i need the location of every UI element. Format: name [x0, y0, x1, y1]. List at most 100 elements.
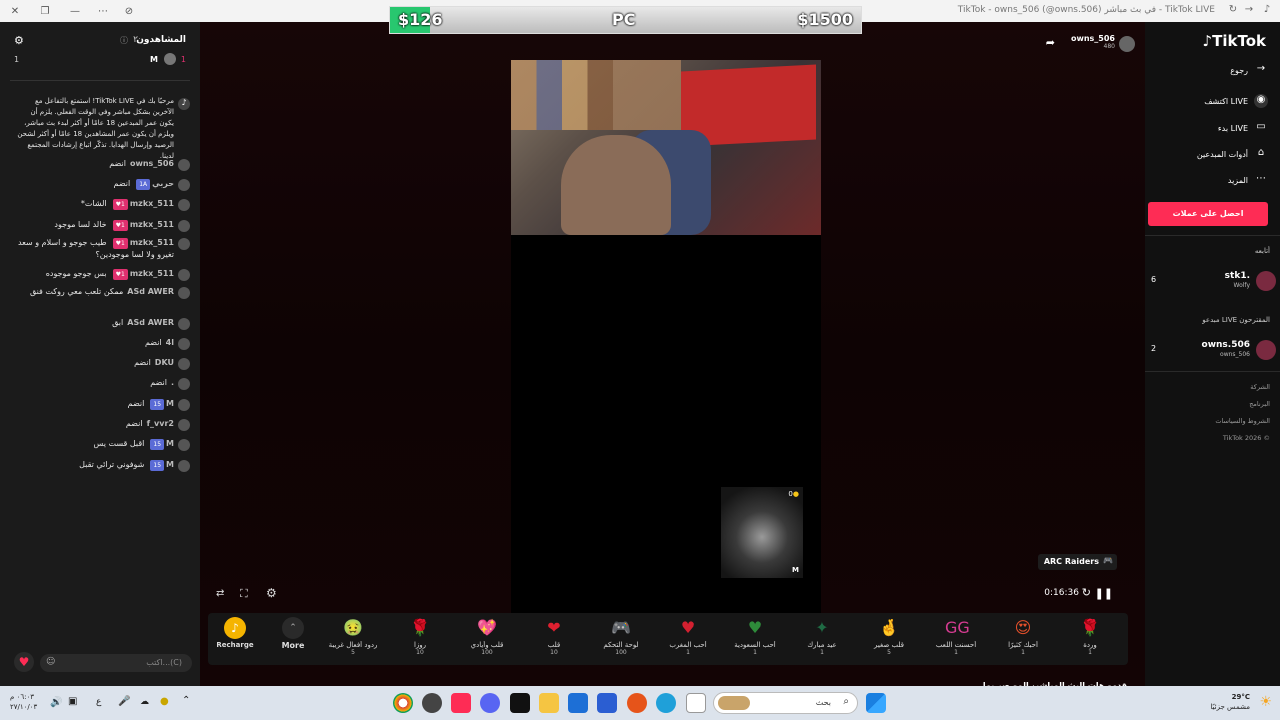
- minimize-icon[interactable]: —: [60, 0, 90, 22]
- chat-avatar[interactable]: [178, 179, 190, 191]
- chat-input[interactable]: اكتب...(C) ☺: [40, 654, 192, 672]
- chat-avatar[interactable]: [178, 460, 190, 472]
- chat-username[interactable]: M: [166, 460, 174, 469]
- app-icon[interactable]: [422, 693, 442, 713]
- clock[interactable]: ٠٦:٠٣ م ٢٧/١٠/٠٣: [10, 692, 37, 712]
- fullscreen-icon[interactable]: ⛶: [240, 587, 248, 601]
- store-app-icon[interactable]: [597, 693, 617, 713]
- chat-avatar[interactable]: [178, 358, 190, 370]
- chat-avatar[interactable]: [178, 419, 190, 431]
- gift-item[interactable]: 🎮 لوحة التحكم 100: [590, 617, 652, 656]
- footer-link[interactable]: الشروط والسياسات: [1215, 413, 1270, 430]
- volume-icon[interactable]: 🔊: [50, 697, 62, 708]
- chat-username[interactable]: mzkx_511: [130, 238, 174, 247]
- chat-username[interactable]: M: [166, 399, 174, 408]
- gift-item[interactable]: 🤞 قلب صغير 5: [858, 617, 920, 656]
- chat-avatar[interactable]: [178, 269, 190, 281]
- emoji-icon[interactable]: ☺: [46, 657, 55, 667]
- chat-avatar[interactable]: [178, 238, 190, 250]
- tray-app-icon[interactable]: ●: [160, 696, 169, 707]
- chat-username[interactable]: .: [171, 378, 174, 387]
- settings-icon[interactable]: ⚙: [14, 34, 24, 47]
- weather-widget[interactable]: 29°C مشمس جزئيًا: [1210, 692, 1250, 712]
- share-icon[interactable]: ➦: [1046, 36, 1055, 49]
- chat-username[interactable]: f_vvr2: [147, 419, 174, 428]
- chat-username[interactable]: M: [166, 439, 174, 448]
- app-icon[interactable]: [627, 693, 647, 713]
- gift-item[interactable]: ✦ عيد مبارك 1: [791, 617, 853, 656]
- chat-avatar[interactable]: [178, 199, 190, 211]
- windows-start-icon[interactable]: [866, 693, 886, 713]
- taskbar-search[interactable]: بحث ⌕: [713, 692, 858, 714]
- chat-avatar[interactable]: [178, 318, 190, 330]
- tiktok-app-icon[interactable]: [451, 693, 471, 713]
- footer-link[interactable]: البرنامج: [1215, 396, 1270, 413]
- network-icon[interactable]: ▣: [68, 696, 77, 707]
- chat-avatar[interactable]: [178, 439, 190, 451]
- refresh-icon[interactable]: ↻: [1082, 586, 1091, 599]
- chat-avatar[interactable]: [178, 220, 190, 232]
- tray-app-icon[interactable]: ☁: [140, 697, 149, 707]
- suggested-item[interactable]: owns.506 owns_506 2: [1145, 338, 1280, 362]
- chat-avatar[interactable]: [178, 338, 190, 350]
- more-gifts-button[interactable]: ⌃ More: [262, 617, 324, 650]
- quality-settings-icon[interactable]: ⚙: [266, 586, 277, 600]
- chat-avatar[interactable]: [178, 287, 190, 299]
- zoom-icon[interactable]: ⊘: [114, 0, 144, 22]
- host-info[interactable]: owns_506 480: [1071, 34, 1115, 50]
- back-icon[interactable]: →: [1242, 4, 1256, 18]
- recharge-button[interactable]: ♪ Recharge: [204, 617, 266, 649]
- chat-avatar[interactable]: [178, 399, 190, 411]
- tiktok-logo[interactable]: ♪TikTok: [1203, 32, 1266, 50]
- chat-username[interactable]: owns_506: [130, 159, 174, 168]
- mail-app-icon[interactable]: [568, 693, 588, 713]
- nav-go-live[interactable]: بدء LIVE ▭: [1218, 121, 1268, 135]
- game-tag[interactable]: ARC Raiders 🎮: [1037, 554, 1117, 570]
- guest-camera[interactable]: 0● M: [721, 487, 803, 578]
- reload-icon[interactable]: ↻: [1226, 4, 1240, 18]
- chat-username[interactable]: ا4: [166, 338, 174, 347]
- footer-link[interactable]: الشركة: [1215, 379, 1270, 396]
- gift-item[interactable]: 🌹 وردة 1: [1059, 617, 1121, 656]
- edge-app-icon[interactable]: [656, 693, 676, 713]
- language-indicator[interactable]: ع: [96, 697, 101, 707]
- nav-explore-live[interactable]: اكتشف LIVE ◉: [1204, 94, 1268, 108]
- maximize-icon[interactable]: ❐: [30, 0, 60, 22]
- chat-username[interactable]: mzkx_511: [130, 220, 174, 229]
- chrome-app-icon[interactable]: [393, 693, 413, 713]
- gift-item[interactable]: 🌹 روزا 10: [389, 617, 451, 656]
- discord-app-icon[interactable]: [480, 693, 500, 713]
- gift-item[interactable]: GG أحسنت اللعب 1: [925, 617, 987, 656]
- chat-username[interactable]: ASd AWER: [127, 287, 174, 296]
- info-icon[interactable]: ⓘ: [120, 35, 128, 46]
- gift-item[interactable]: 💖 قلب وأيادي 100: [456, 617, 518, 656]
- chat-username[interactable]: mzkx_511: [130, 199, 174, 208]
- gift-item[interactable]: ♥ أحب المغرب 1: [657, 617, 719, 656]
- like-heart-button[interactable]: ♥: [14, 652, 34, 672]
- top-viewer-row[interactable]: 1 1 M: [0, 52, 200, 68]
- file-explorer-icon[interactable]: [539, 693, 559, 713]
- stream-video[interactable]: [511, 60, 821, 235]
- host-avatar[interactable]: [1119, 36, 1135, 52]
- tiktok-app-icon[interactable]: [510, 693, 530, 713]
- chat-avatar[interactable]: [178, 378, 190, 390]
- close-icon[interactable]: ✕: [0, 0, 30, 22]
- chat-username[interactable]: ASd AWER: [127, 318, 174, 327]
- gift-item[interactable]: ♥ أحب السعودية 1: [724, 617, 786, 656]
- get-coins-button[interactable]: احصل على عملات: [1148, 202, 1268, 226]
- chat-username[interactable]: حربي: [152, 179, 174, 188]
- nav-more[interactable]: المزيد ⋯: [1228, 173, 1268, 187]
- following-item[interactable]: stk1. Wolfy 6: [1145, 269, 1280, 293]
- mute-icon[interactable]: ⇄: [216, 588, 224, 599]
- chat-username[interactable]: mzkx_511: [130, 269, 174, 278]
- gift-item[interactable]: 🤢 ردود أفعال غريبة 5: [322, 617, 384, 656]
- pause-icon[interactable]: ❚❚: [1095, 587, 1113, 600]
- chat-username[interactable]: DKU: [155, 358, 174, 367]
- gift-item[interactable]: 😍 أحبك كثيرًا 1: [992, 617, 1054, 656]
- nav-creator-tools[interactable]: أدوات المبدعين ⌂: [1197, 147, 1268, 161]
- app-icon[interactable]: [686, 693, 706, 713]
- mic-icon[interactable]: 🎤: [118, 696, 130, 707]
- gift-item[interactable]: ❤ قلب 10: [523, 617, 585, 656]
- back-link[interactable]: رجوع →: [1230, 63, 1268, 77]
- chevron-up-icon[interactable]: ⌃: [182, 695, 190, 706]
